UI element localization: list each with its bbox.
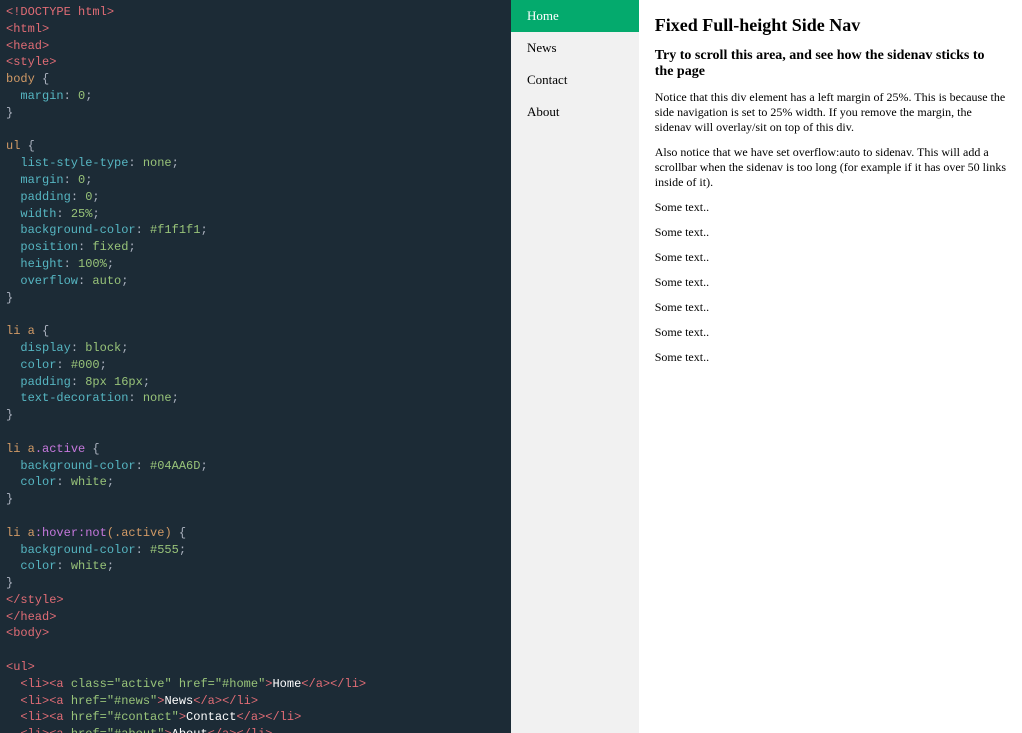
preview-filler-text: Some text..: [655, 325, 1006, 340]
preview-paragraph: Also notice that we have set overflow:au…: [655, 145, 1006, 190]
nav-link-about[interactable]: About: [511, 96, 639, 128]
preview-filler-text: Some text..: [655, 200, 1006, 215]
nav-link-contact[interactable]: Contact: [511, 64, 639, 96]
preview-content: Fixed Full-height Side Nav Try to scroll…: [639, 0, 1022, 733]
preview-filler-text: Some text..: [655, 225, 1006, 240]
nav-link-news[interactable]: News: [511, 32, 639, 64]
preview-pane: HomeNewsContactAbout Fixed Full-height S…: [511, 0, 1022, 733]
preview-subheading: Try to scroll this area, and see how the…: [655, 48, 1006, 80]
preview-paragraph: Notice that this div element has a left …: [655, 90, 1006, 135]
preview-filler-text: Some text..: [655, 300, 1006, 315]
preview-filler-text: Some text..: [655, 350, 1006, 365]
preview-filler-text: Some text..: [655, 275, 1006, 290]
code-editor[interactable]: <!DOCTYPE html> <html> <head> <style> bo…: [0, 0, 511, 733]
preview-heading: Fixed Full-height Side Nav: [655, 15, 1006, 36]
preview-filler-text: Some text..: [655, 250, 1006, 265]
nav-link-home[interactable]: Home: [511, 0, 639, 32]
side-nav: HomeNewsContactAbout: [511, 0, 639, 733]
split-view: <!DOCTYPE html> <html> <head> <style> bo…: [0, 0, 1022, 733]
